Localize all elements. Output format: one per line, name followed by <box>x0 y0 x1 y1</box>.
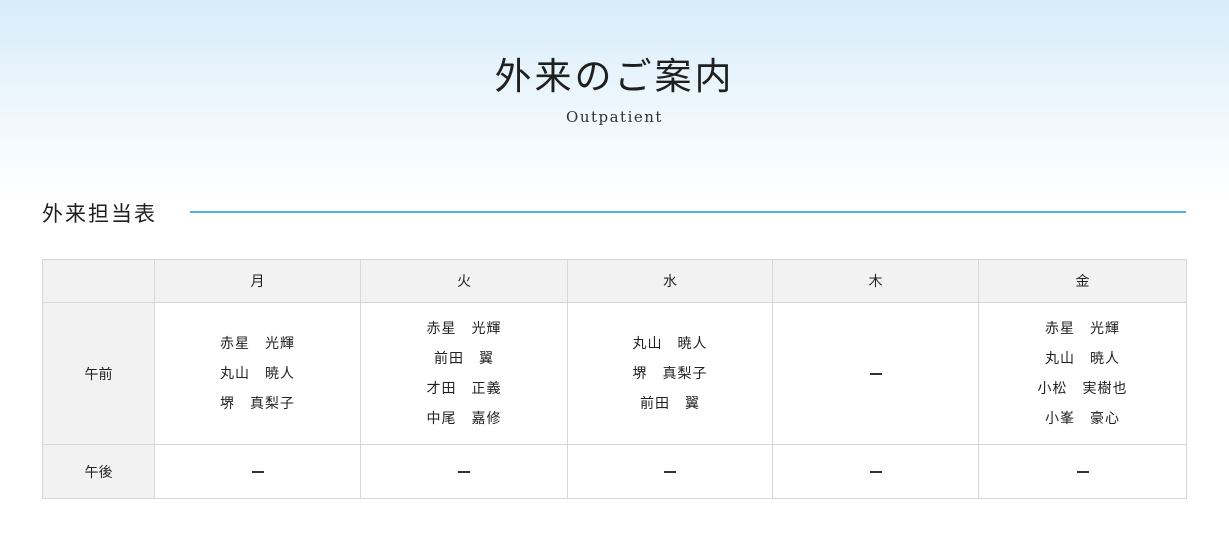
empty-dash <box>869 372 882 375</box>
page-title: 外来のご案内 <box>494 55 735 98</box>
section-header: 外来担当表 <box>42 198 157 228</box>
day-header: 金 <box>978 259 1187 303</box>
doctor-name: 丸山 暁人 <box>632 335 708 352</box>
doctor-name: 中尾 嘉修 <box>426 410 502 427</box>
period-label: 午後 <box>42 444 155 499</box>
empty-dash <box>458 470 470 473</box>
schedule-cell <box>772 444 979 499</box>
schedule-cell: 赤星 光輝丸山 暁人小松 実樹也 小峯 豪心 <box>978 302 1187 445</box>
doctor-name: 前田 翼 <box>640 395 700 412</box>
header-row: 月 火 水 木 金 <box>42 259 1187 303</box>
doctor-name: 小松 実樹也 <box>1037 380 1128 397</box>
empty-dash <box>869 470 882 473</box>
empty-dash <box>251 470 264 473</box>
schedule-cell <box>567 444 773 499</box>
day-header: 火 <box>360 259 568 303</box>
schedule-cell <box>772 302 979 445</box>
section-divider <box>190 211 1186 213</box>
doctor-name: 赤星 光輝 <box>1045 320 1120 337</box>
section-title: 外来担当表 <box>42 202 157 226</box>
schedule-cell <box>360 444 568 499</box>
table-row-am: 午前 赤星 光輝 丸山 暁人堺 真梨子 赤星 光輝 前田 翼才田 正義 中尾 嘉修 丸… <box>42 302 1187 445</box>
day-header: 水 <box>567 259 773 303</box>
schedule-cell: 赤星 光輝丸山 暁人堺 真梨子 <box>154 302 361 445</box>
doctor-name: 丸山 暁人 <box>1045 350 1120 367</box>
empty-dash <box>1076 470 1089 473</box>
schedule-cell: 丸山 暁人堺 真梨子前田 翼 <box>567 302 773 445</box>
doctor-name: 小峯 豪心 <box>1045 410 1120 427</box>
corner-cell <box>42 259 155 303</box>
doctor-name: 赤星 光輝 <box>220 335 295 352</box>
hero-banner: 外来のご案内 Outpatient <box>0 0 1229 200</box>
schedule-cell: 赤星 光輝前田 翼才田 正義中尾 嘉修 <box>360 302 568 445</box>
doctor-name: 才田 正義 <box>426 380 502 397</box>
day-header: 木 <box>772 259 979 303</box>
doctor-name: 丸山 暁人 <box>220 365 295 382</box>
doctor-name: 赤星 光輝 <box>426 320 502 337</box>
period-label: 午前 <box>42 302 155 445</box>
day-header: 月 <box>154 259 361 303</box>
table-row-pm: 午後 <box>42 444 1187 499</box>
doctor-name: 堺 真梨子 <box>220 395 295 412</box>
schedule-cell <box>154 444 361 499</box>
outpatient-schedule-table: 月 火 水 木 金 午前 赤星 光輝 丸山 暁人堺 真梨子 赤星 光輝 前田 翼才田… <box>42 259 1187 499</box>
schedule-cell <box>978 444 1187 499</box>
page-subtitle: Outpatient <box>566 108 663 126</box>
doctor-name: 堺 真梨子 <box>632 365 708 382</box>
doctor-name: 前田 翼 <box>434 350 494 367</box>
empty-dash <box>664 470 676 473</box>
